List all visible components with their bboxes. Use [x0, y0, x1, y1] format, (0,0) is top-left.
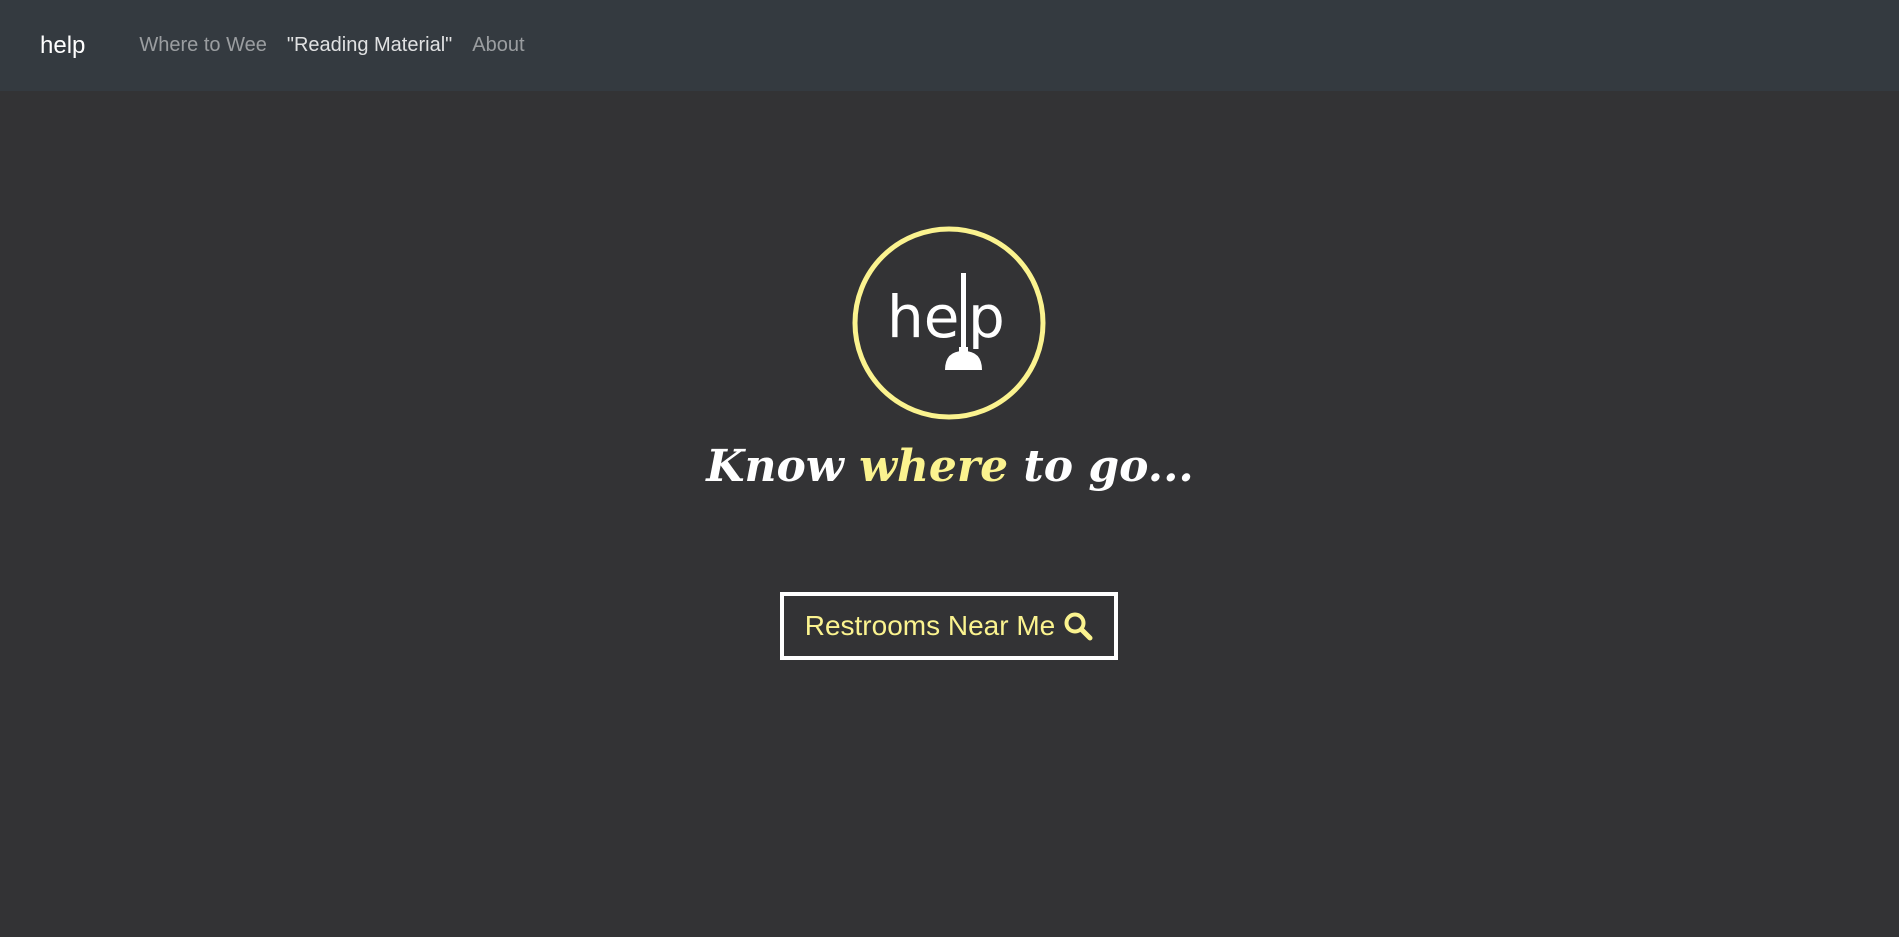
logo-text-p: p — [968, 283, 1005, 351]
nav-link-about[interactable]: About — [472, 34, 524, 57]
svg-text:Know where to go...: Know where to go... — [704, 441, 1193, 492]
logo-circle: he p — [852, 226, 1046, 420]
plunger-handle — [961, 273, 966, 351]
help-logo: he p — [849, 223, 1049, 423]
restrooms-near-me-button[interactable]: Restrooms Near Me — [780, 592, 1118, 660]
plunger-cup-icon — [945, 351, 982, 370]
search-button-label: Restrooms Near Me — [804, 610, 1056, 641]
logo-text-he: he — [887, 283, 959, 351]
search-icon — [1064, 612, 1093, 641]
nav-link-reading-material[interactable]: "Reading Material" — [287, 34, 452, 57]
tagline-to-go: to go... — [1008, 441, 1194, 492]
brand-link[interactable]: help — [40, 32, 85, 60]
tagline-know: Know — [704, 441, 859, 492]
nav-link-where-to-wee[interactable]: Where to Wee — [139, 34, 266, 57]
tagline: Know where to go... — [704, 441, 1193, 492]
tagline-where: where — [859, 441, 1008, 492]
main-content: he p Know where to go... Restrooms Near … — [0, 91, 1899, 937]
top-navbar: help Where to Wee "Reading Material" Abo… — [0, 0, 1899, 91]
